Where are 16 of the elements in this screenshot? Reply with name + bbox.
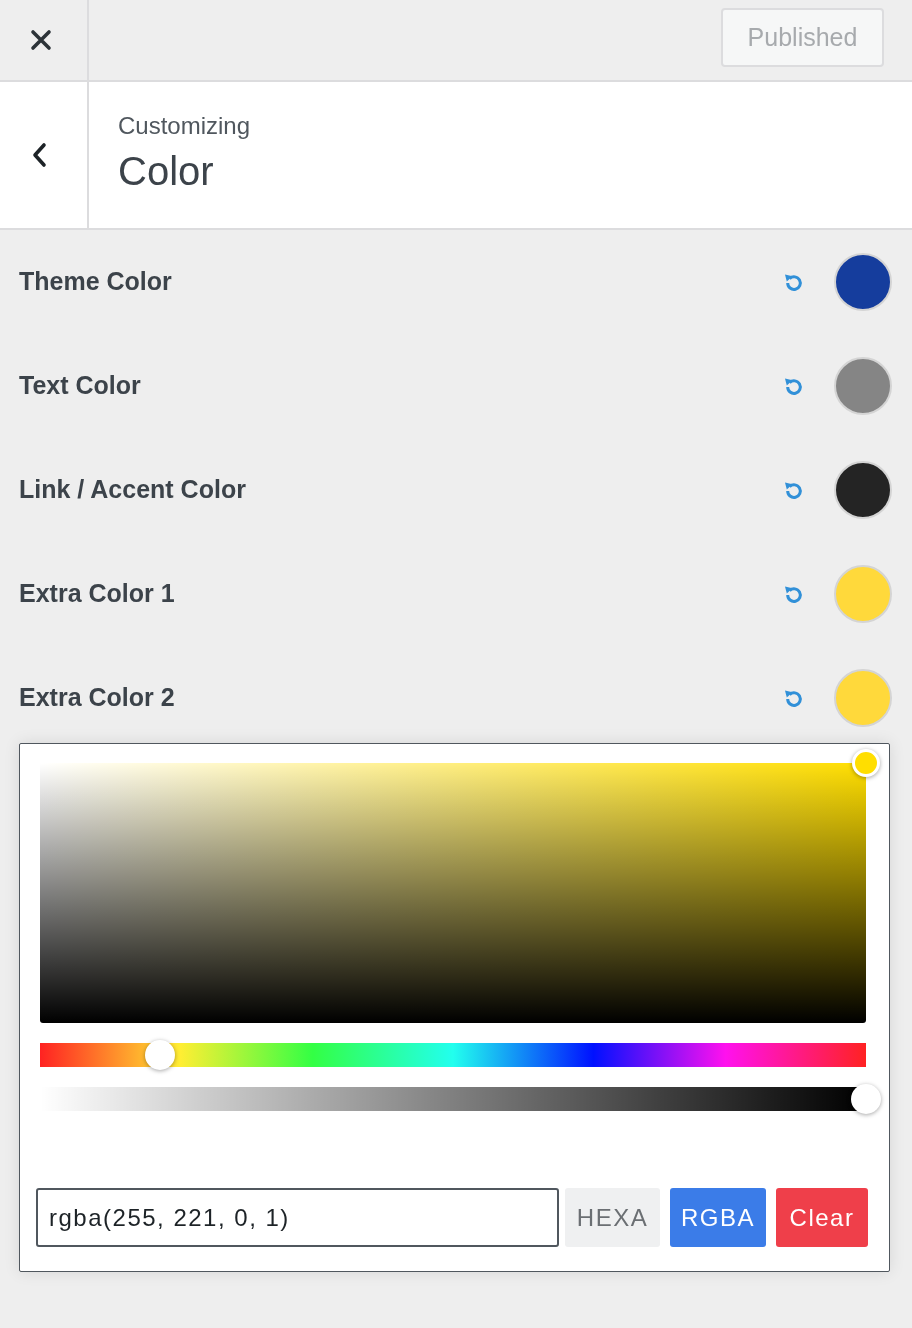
setting-label: Link / Accent Color: [19, 474, 246, 506]
slider-thumb[interactable]: [851, 1084, 881, 1114]
slider-thumb[interactable]: [144, 1040, 175, 1070]
close-icon: [30, 29, 52, 51]
setting-label: Theme Color: [19, 266, 172, 298]
color-knob[interactable]: [852, 749, 880, 777]
color-value-input[interactable]: rgba(255, 221, 0, 1): [36, 1188, 559, 1247]
format-tab[interactable]: RGBA: [670, 1188, 766, 1247]
setting-label: Extra Color 2: [19, 682, 175, 714]
setting-label: Text Color: [19, 370, 141, 402]
format-tab[interactable]: HEXA: [565, 1188, 660, 1247]
setting-label: Extra Color 1: [19, 578, 175, 610]
panel-title: Color: [118, 148, 214, 195]
panel-subtitle: Customizing: [118, 111, 251, 141]
clear-button[interactable]: Clear: [776, 1188, 868, 1247]
chevron-left-icon: [31, 142, 48, 168]
